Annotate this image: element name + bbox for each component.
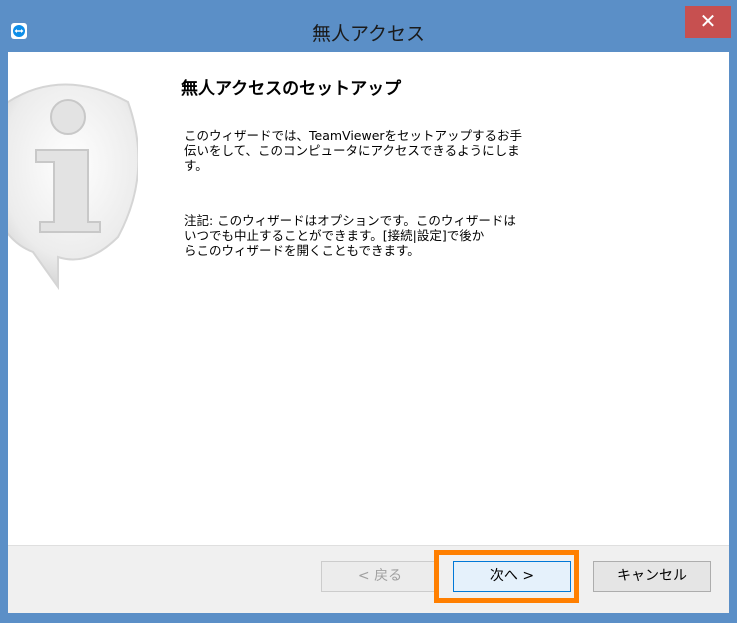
wizard-window: 無人アクセス ✕ 無人アクセスのセットアップ このウィザードでは、TeamVie… [0,0,737,623]
title-bar[interactable]: 無人アクセス ✕ [0,0,737,52]
page-heading: 無人アクセスのセットアップ [181,79,402,99]
button-bar: < 戻る 次へ > キャンセル [8,545,729,613]
next-button-highlight [434,550,579,603]
description-text: このウィザードでは、TeamViewerをセットアップするお手 伝いをして、この… [184,128,523,173]
close-button[interactable]: ✕ [685,6,731,38]
info-icon [8,83,138,291]
cancel-button[interactable]: キャンセル [593,561,711,592]
wizard-content: 無人アクセスのセットアップ このウィザードでは、TeamViewerをセットアッ… [8,52,729,545]
note-text: 注記: このウィザードはオプションです。このウィザードは いつでも中止することが… [184,213,516,258]
back-button: < 戻る [321,561,439,592]
window-title: 無人アクセス [311,23,426,45]
